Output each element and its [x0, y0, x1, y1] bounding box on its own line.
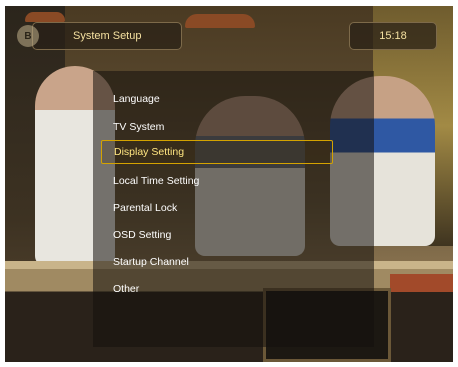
- menu-item-local-time-setting[interactable]: Local Time Setting: [101, 169, 333, 193]
- menu-item-parental-lock[interactable]: Parental Lock: [101, 196, 333, 220]
- menu-item-tv-system[interactable]: TV System: [101, 115, 333, 139]
- menu-item-other[interactable]: Other: [101, 277, 333, 301]
- background-cutting-board: [390, 274, 453, 292]
- system-setup-menu: Language TV System Display Setting Local…: [93, 71, 374, 347]
- background-lamp: [185, 14, 255, 28]
- menu-item-osd-setting[interactable]: OSD Setting: [101, 223, 333, 247]
- background-lamp-left: [25, 12, 65, 22]
- menu-item-display-setting[interactable]: Display Setting: [101, 140, 333, 164]
- clock-display: 15:18: [349, 22, 437, 50]
- menu-logo-icon: B: [17, 25, 39, 47]
- menu-item-language[interactable]: Language: [101, 87, 333, 111]
- menu-item-startup-channel[interactable]: Startup Channel: [101, 250, 333, 274]
- title-bar: B System Setup: [17, 22, 182, 50]
- page-title: System Setup: [73, 30, 142, 42]
